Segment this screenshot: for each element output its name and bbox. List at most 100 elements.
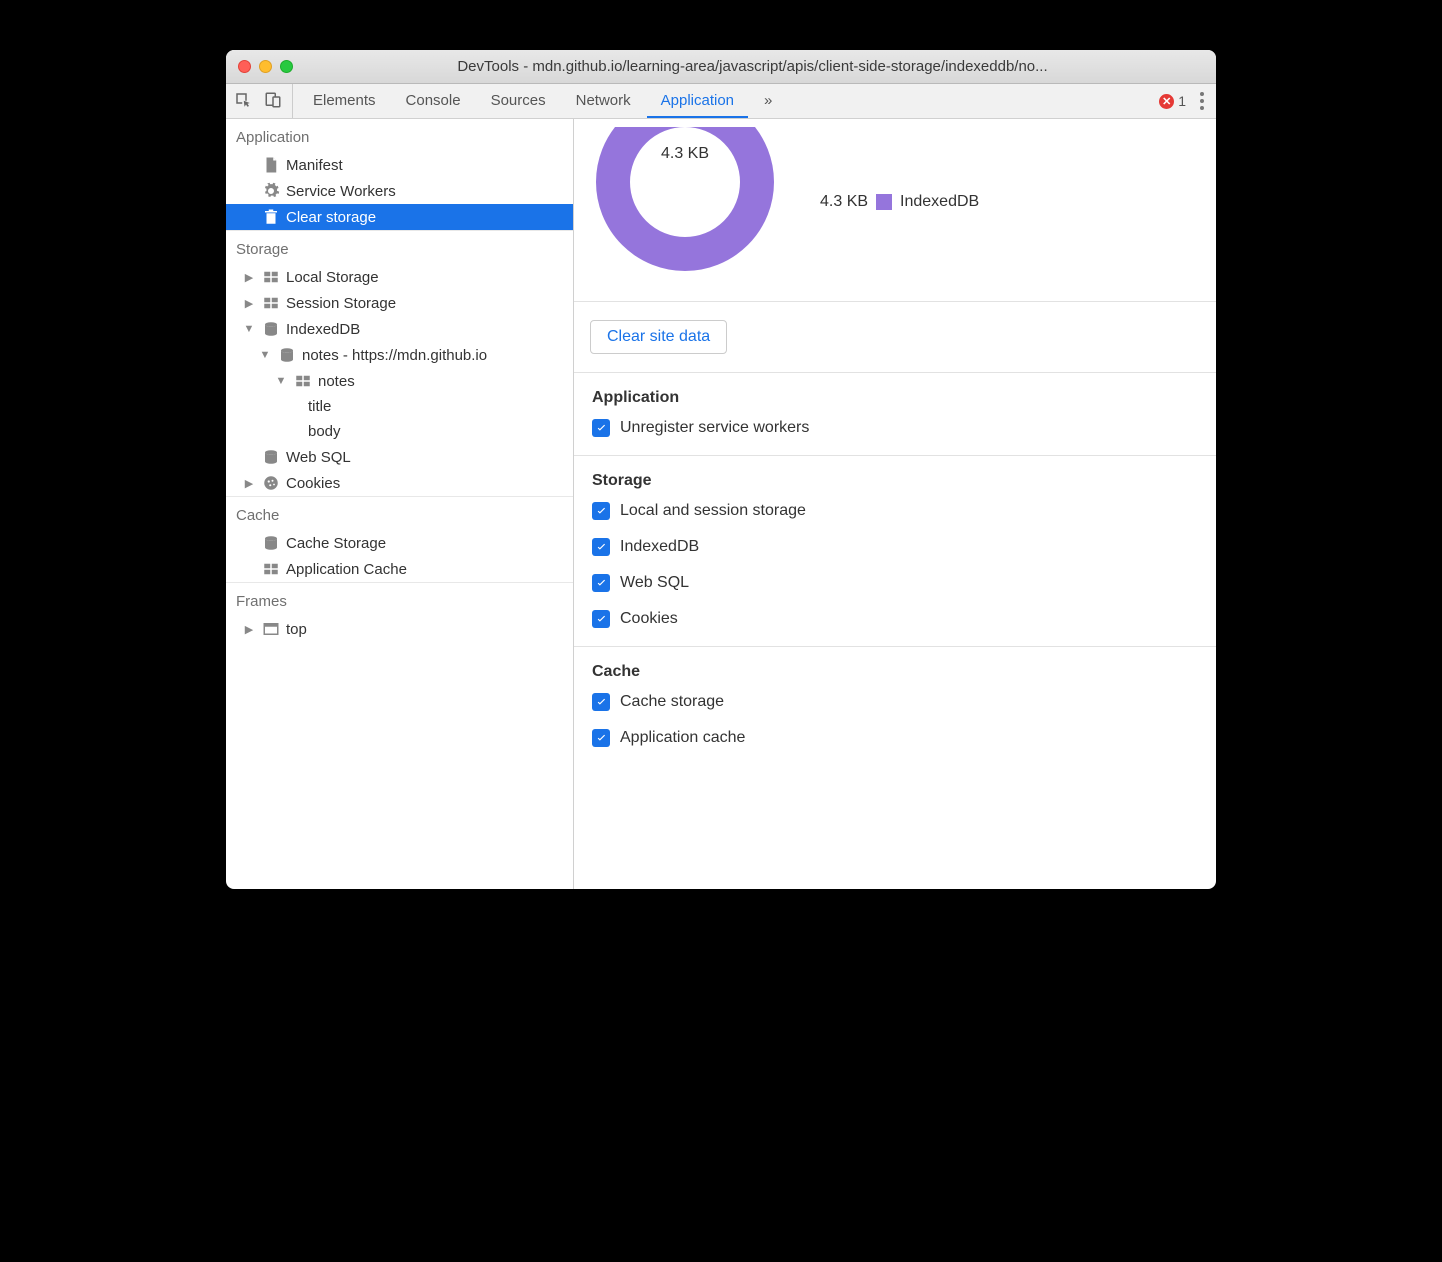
close-window-button[interactable]: [238, 60, 251, 73]
sidebar-item-label: notes - https://mdn.github.io: [302, 347, 487, 364]
checkbox-checked-icon: [592, 502, 610, 520]
option-local-session-storage[interactable]: Local and session storage: [592, 502, 1198, 520]
sidebar-item-label: IndexedDB: [286, 321, 360, 338]
option-label: Cookies: [620, 610, 678, 628]
sidebar-section-cache: Cache: [226, 496, 573, 530]
sidebar-item-label: Manifest: [286, 157, 343, 174]
sidebar-section-application: Application: [226, 119, 573, 152]
chevron-down-icon: ▼: [274, 375, 288, 387]
sidebar-item-label: notes: [318, 373, 355, 390]
database-icon: [262, 320, 280, 338]
legend-swatch: [876, 194, 892, 210]
sidebar-item-label: Web SQL: [286, 449, 351, 466]
checkbox-checked-icon: [592, 419, 610, 437]
sidebar-section-storage: Storage: [226, 230, 573, 264]
devtools-toolbar: Elements Console Sources Network Applica…: [226, 84, 1216, 119]
chevron-down-icon: ▼: [258, 349, 272, 361]
cookie-icon: [262, 474, 280, 492]
sidebar-item-web-sql[interactable]: Web SQL: [226, 444, 573, 470]
sidebar-item-session-storage[interactable]: ▶ Session Storage: [226, 290, 573, 316]
sidebar-item-indexeddb[interactable]: ▼ IndexedDB: [226, 316, 573, 342]
sidebar-item-label: body: [308, 423, 341, 440]
chevron-right-icon: ▶: [242, 271, 256, 284]
sidebar-item-indexeddb-database[interactable]: ▼ notes - https://mdn.github.io: [226, 342, 573, 368]
tab-application[interactable]: Application: [647, 84, 748, 118]
option-web-sql[interactable]: Web SQL: [592, 574, 1198, 592]
traffic-lights: [238, 60, 293, 73]
option-indexeddb[interactable]: IndexedDB: [592, 538, 1198, 556]
options-heading-cache: Cache: [592, 663, 1198, 681]
panel-tabs: Elements Console Sources Network Applica…: [299, 84, 786, 118]
sidebar-item-cookies[interactable]: ▶ Cookies: [226, 470, 573, 496]
option-cookies[interactable]: Cookies: [592, 610, 1198, 628]
tab-network[interactable]: Network: [562, 84, 645, 118]
sidebar-item-indexeddb-store[interactable]: ▼ notes: [226, 368, 573, 394]
tab-elements[interactable]: Elements: [299, 84, 390, 118]
clear-site-data-button[interactable]: Clear site data: [590, 320, 727, 354]
table-icon: [294, 372, 312, 390]
legend-value: 4.3 KB: [820, 193, 868, 211]
storage-total-label: 4.3 KB: [590, 145, 780, 163]
table-icon: [262, 560, 280, 578]
titlebar: DevTools - mdn.github.io/learning-area/j…: [226, 50, 1216, 84]
sidebar-item-label: Clear storage: [286, 209, 376, 226]
table-icon: [262, 268, 280, 286]
sidebar-item-label: title: [308, 398, 331, 415]
option-application-cache[interactable]: Application cache: [592, 729, 1198, 747]
gear-icon: [262, 182, 280, 200]
checkbox-checked-icon: [592, 574, 610, 592]
sidebar-item-field-title[interactable]: title: [226, 394, 573, 419]
devtools-window: DevTools - mdn.github.io/learning-area/j…: [226, 50, 1216, 889]
tabs-overflow[interactable]: »: [750, 84, 786, 118]
checkbox-checked-icon: [592, 693, 610, 711]
error-count-badge[interactable]: ✕ 1: [1159, 93, 1186, 109]
sidebar-item-label: Cookies: [286, 475, 340, 492]
sidebar-item-label: Service Workers: [286, 183, 396, 200]
option-label: Local and session storage: [620, 502, 806, 520]
checkbox-checked-icon: [592, 729, 610, 747]
trash-icon: [262, 208, 280, 226]
sidebar-item-local-storage[interactable]: ▶ Local Storage: [226, 264, 573, 290]
clear-storage-panel: 4.3 KB 4.3 KB IndexedDB Clear site data …: [574, 119, 1216, 889]
sidebar-item-top-frame[interactable]: ▶ top: [226, 616, 573, 642]
sidebar-item-label: Application Cache: [286, 561, 407, 578]
sidebar-item-application-cache[interactable]: Application Cache: [226, 556, 573, 582]
storage-legend: 4.3 KB IndexedDB: [820, 193, 979, 211]
sidebar-section-frames: Frames: [226, 582, 573, 616]
tab-console[interactable]: Console: [392, 84, 475, 118]
database-icon: [262, 448, 280, 466]
legend-label: IndexedDB: [900, 193, 979, 211]
sidebar-item-field-body[interactable]: body: [226, 419, 573, 444]
sidebar-item-manifest[interactable]: Manifest: [226, 152, 573, 178]
option-cache-storage[interactable]: Cache storage: [592, 693, 1198, 711]
zoom-window-button[interactable]: [280, 60, 293, 73]
minimize-window-button[interactable]: [259, 60, 272, 73]
inspect-icon[interactable]: [234, 91, 252, 112]
database-icon: [262, 534, 280, 552]
chevron-down-icon: ▼: [242, 323, 256, 335]
chevron-right-icon: ▶: [242, 297, 256, 310]
database-icon: [278, 346, 296, 364]
option-label: Cache storage: [620, 693, 724, 711]
chevron-right-icon: ▶: [242, 477, 256, 490]
document-icon: [262, 156, 280, 174]
option-label: Application cache: [620, 729, 745, 747]
error-count: 1: [1178, 93, 1186, 109]
sidebar-item-clear-storage[interactable]: Clear storage: [226, 204, 573, 230]
more-menu-icon[interactable]: [1196, 92, 1208, 110]
tab-sources[interactable]: Sources: [477, 84, 560, 118]
storage-usage-chart: 4.3 KB: [590, 127, 780, 277]
sidebar-item-cache-storage[interactable]: Cache Storage: [226, 530, 573, 556]
option-label: Web SQL: [620, 574, 689, 592]
device-toolbar-icon[interactable]: [264, 91, 282, 112]
sidebar-item-label: Local Storage: [286, 269, 379, 286]
option-label: Unregister service workers: [620, 419, 809, 437]
option-unregister-service-workers[interactable]: Unregister service workers: [592, 419, 1198, 437]
checkbox-checked-icon: [592, 610, 610, 628]
error-icon: ✕: [1159, 94, 1174, 109]
sidebar-item-service-workers[interactable]: Service Workers: [226, 178, 573, 204]
checkbox-checked-icon: [592, 538, 610, 556]
table-icon: [262, 294, 280, 312]
options-heading-storage: Storage: [592, 472, 1198, 490]
window-title: DevTools - mdn.github.io/learning-area/j…: [301, 58, 1204, 75]
